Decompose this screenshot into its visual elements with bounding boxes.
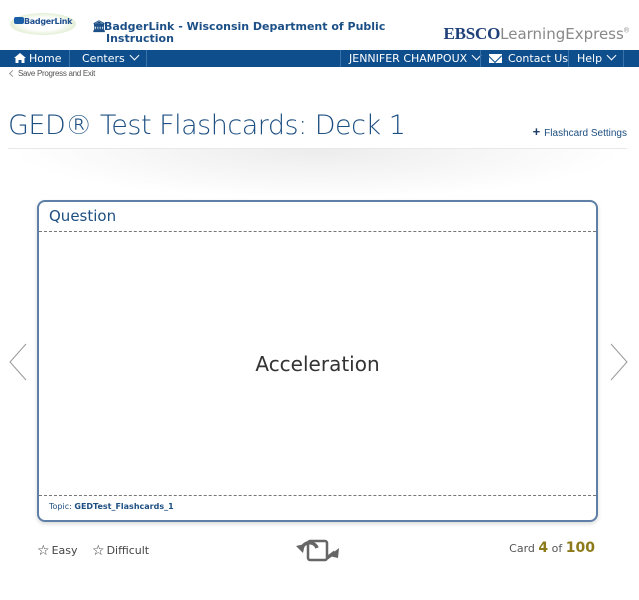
previous-card-arrow[interactable] bbox=[8, 343, 28, 381]
decorative-shadow bbox=[8, 149, 627, 199]
total-card-count: 100 bbox=[565, 540, 595, 556]
card-counter: Card 4 of 100 bbox=[509, 540, 595, 556]
nav-centers-label: Centers bbox=[82, 52, 125, 65]
star-outline-icon: ☆ bbox=[92, 543, 105, 559]
ebsco-learningexpress-logo[interactable]: EBSCOLearningExpress® bbox=[443, 24, 629, 44]
flashcard[interactable]: Question Acceleration Topic: GEDTest_Fla… bbox=[37, 200, 598, 522]
nav-home[interactable]: Home bbox=[8, 50, 71, 67]
badgerlink-logo[interactable]: BadgerLink bbox=[10, 13, 76, 35]
registered-mark: ® bbox=[623, 27, 629, 35]
card-side-label: Question bbox=[39, 202, 596, 232]
institution-name: 🏛︎BadgerLink - Wisconsin Department of P… bbox=[92, 21, 385, 45]
nav-help-label: Help bbox=[577, 52, 603, 65]
current-card-number: 4 bbox=[538, 540, 549, 556]
card-controls: ☆ Easy ☆ Difficult Card 4 of 100 bbox=[37, 536, 598, 562]
card-term: Acceleration bbox=[255, 351, 380, 376]
difficult-label: Difficult bbox=[106, 544, 150, 557]
wisconsin-map-icon bbox=[14, 17, 24, 24]
page-title: GED® Test Flashcards: Deck 1 bbox=[8, 110, 406, 141]
nav-user-menu[interactable]: JENNIFER CHAMPOUX bbox=[340, 50, 488, 67]
of-label: of bbox=[551, 542, 563, 555]
nav-home-label: Home bbox=[29, 52, 62, 65]
nav-user-label: JENNIFER CHAMPOUX bbox=[349, 52, 468, 65]
nav-contact[interactable]: Contact Us bbox=[480, 50, 576, 67]
product-name: LearningExpress bbox=[500, 25, 624, 43]
envelope-icon bbox=[489, 54, 502, 63]
topic-label: Topic: bbox=[49, 502, 72, 511]
save-exit-label: Save Progress and Exit bbox=[18, 69, 95, 78]
nav-centers[interactable]: Centers bbox=[74, 50, 147, 67]
topic-value: GEDTest_Flashcards_1 bbox=[74, 502, 174, 511]
card-counter-label: Card bbox=[509, 542, 535, 555]
badgerlink-logo-text: BadgerLink bbox=[24, 17, 73, 26]
institution-line2: Instruction bbox=[106, 32, 174, 45]
easy-label: Easy bbox=[51, 544, 78, 557]
save-progress-exit-link[interactable]: Save Progress and Exit bbox=[8, 69, 95, 78]
mark-difficult-button[interactable]: ☆ Difficult bbox=[92, 542, 150, 559]
chevron-down-icon bbox=[606, 50, 617, 61]
flip-card-icon[interactable] bbox=[293, 538, 343, 562]
nav-contact-label: Contact Us bbox=[508, 52, 569, 65]
card-topic: Topic: GEDTest_Flashcards_1 bbox=[39, 495, 596, 520]
next-card-arrow[interactable] bbox=[609, 343, 629, 381]
chevron-left-icon bbox=[8, 69, 17, 78]
ebsco-brand: EBSCO bbox=[443, 24, 501, 43]
flashcard-settings-link[interactable]: + Flashcard Settings bbox=[533, 124, 627, 139]
flashcard-settings-label: Flashcard Settings bbox=[544, 128, 627, 139]
top-header: BadgerLink 🏛︎BadgerLink - Wisconsin Depa… bbox=[0, 0, 639, 50]
plus-icon: + bbox=[532, 124, 541, 139]
main-nav: Home Centers JENNIFER CHAMPOUX Contact U… bbox=[0, 50, 639, 67]
nav-help[interactable]: Help bbox=[568, 50, 625, 67]
card-body: Acceleration bbox=[39, 232, 596, 495]
chevron-down-icon bbox=[129, 50, 140, 61]
star-outline-icon: ☆ bbox=[37, 543, 50, 559]
home-icon bbox=[14, 53, 26, 63]
mark-easy-button[interactable]: ☆ Easy bbox=[37, 542, 78, 559]
